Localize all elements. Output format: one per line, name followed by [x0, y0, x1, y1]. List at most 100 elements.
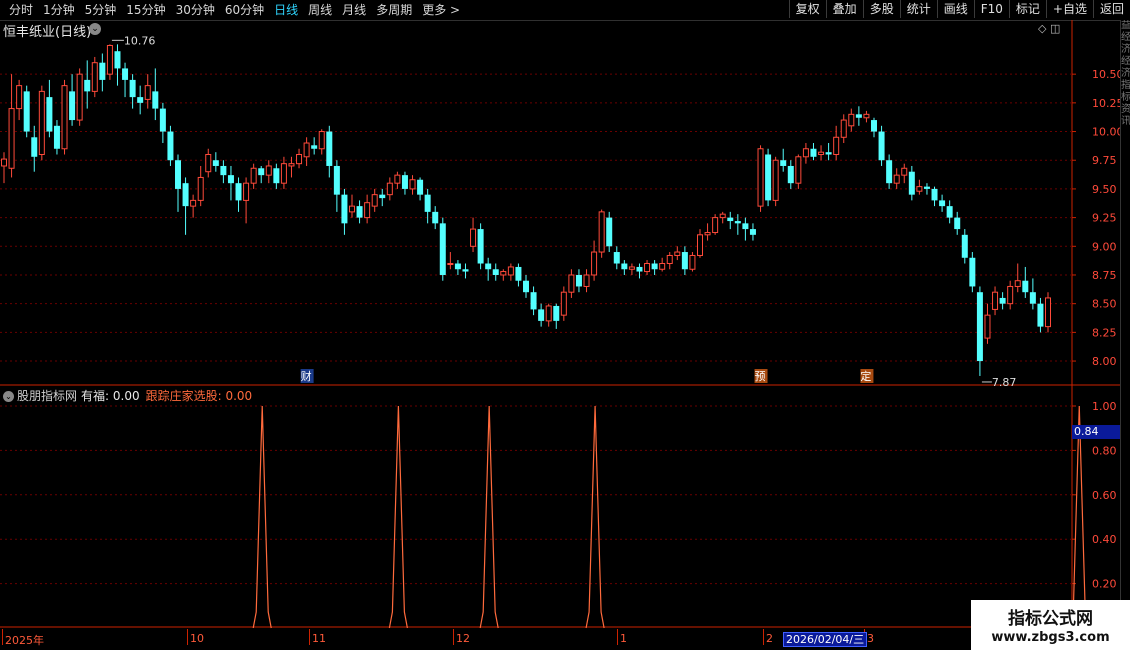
candle-body-up	[628, 266, 635, 270]
candle-body-up	[8, 108, 15, 169]
candle-body-down	[825, 152, 832, 155]
toolbar-button-5[interactable]: F10	[973, 0, 1009, 18]
period-tab-0[interactable]: 分时	[4, 2, 38, 18]
toolbar-button-8[interactable]: 返回	[1092, 0, 1130, 18]
indicator-menu-icon[interactable]: ⌄	[3, 391, 14, 402]
candle-body-down	[356, 206, 363, 218]
candle-body-down	[439, 223, 446, 275]
title-menu-icon[interactable]: ⌄	[89, 23, 101, 35]
candle-body-up	[447, 263, 454, 266]
period-tab-8[interactable]: 月线	[337, 2, 371, 18]
chart-options-icon[interactable]: ◇ ◫	[1038, 22, 1060, 35]
candle-body-down	[636, 266, 643, 272]
candle-body-down	[530, 292, 537, 310]
candle-body-down	[871, 120, 877, 132]
candle-body-down	[727, 217, 734, 222]
candle-body-up	[916, 186, 923, 192]
candle-body-up	[386, 182, 393, 196]
candle-body-down	[681, 252, 688, 270]
date-label-0: 2025年	[5, 634, 44, 647]
candle-body-up	[583, 274, 590, 287]
candle-body-down	[523, 280, 529, 293]
candle-body-up	[500, 271, 507, 276]
date-tick	[453, 629, 454, 645]
candle-body-down	[23, 91, 30, 132]
candle-body-down	[810, 148, 817, 157]
strip-text: 益经济经济指标资讯	[1121, 20, 1130, 127]
watermark: 指标公式网 www.zbgs3.com	[971, 600, 1130, 650]
period-tab-7[interactable]: 周线	[303, 2, 337, 18]
candle-body-down	[53, 125, 60, 149]
candle-body-down	[273, 168, 280, 184]
toolbar-button-6[interactable]: 标记	[1008, 0, 1046, 18]
candle-body-down	[417, 179, 424, 195]
candle-body-down	[749, 229, 756, 235]
candle-body-up	[349, 205, 355, 213]
period-tab-4[interactable]: 30分钟	[171, 2, 220, 18]
price-label: 8.75	[1092, 269, 1117, 282]
candle-body-down	[855, 114, 862, 118]
candle-body-down	[946, 206, 953, 218]
candle-body-up	[1045, 297, 1051, 328]
period-tab-5[interactable]: 60分钟	[220, 2, 269, 18]
toolbar-button-7[interactable]: +自选	[1045, 0, 1093, 18]
candle-body-down	[167, 131, 174, 161]
toolbar-button-3[interactable]: 统计	[899, 0, 937, 18]
period-tab-6[interactable]: 日线	[269, 2, 303, 18]
candle-body-up	[91, 62, 98, 92]
candle-body-down	[69, 91, 76, 121]
signal-spike-4	[1069, 405, 1089, 629]
candle-body-down	[432, 211, 439, 224]
kline-chart[interactable]: 10.50 10.25 10.00 9.75 9.50 9.25 9.00 8.75 8.50 8…	[0, 20, 1130, 650]
candle-body-down	[220, 165, 227, 176]
track-value: 跟踪庄家选股: 0.00	[145, 389, 253, 403]
toolbar-buttons: 复权 叠加 多股 统计 画线 F10 标记 +自选 返回	[788, 0, 1130, 20]
toolbar-button-1[interactable]: 叠加	[825, 0, 863, 18]
candle-body-up	[1, 158, 7, 167]
price-label: 8.25	[1092, 326, 1117, 339]
candle-body-up	[697, 234, 703, 256]
candle-body-down	[923, 186, 930, 189]
price-label: 10.25	[1092, 97, 1124, 110]
candle-body-up	[507, 266, 514, 276]
candle-body-up	[205, 153, 212, 173]
price-label: 8.50	[1092, 298, 1117, 311]
signal-spike-1	[388, 405, 408, 629]
period-tab-1[interactable]: 1分钟	[38, 2, 80, 18]
toolbar-button-2[interactable]: 多股	[862, 0, 900, 18]
signal-spike-3	[585, 405, 605, 629]
candle-body-up	[598, 211, 605, 253]
candle-body-down	[326, 131, 333, 166]
candle-body-down	[454, 263, 461, 270]
period-tab-10[interactable]: 更多 >	[417, 2, 465, 18]
candle-body-up	[802, 148, 809, 158]
candle-body-up	[848, 113, 855, 127]
signal-spike-0	[252, 405, 272, 629]
period-tabs: 分时 1分钟 5分钟 15分钟 30分钟 60分钟 日线 周线 月线 多周期 更多 >	[4, 2, 465, 18]
candle-body-down	[878, 131, 885, 161]
candle-body-up	[470, 228, 477, 247]
candle-body-up	[689, 254, 696, 270]
candle-body-down	[886, 160, 893, 184]
candle-body-up	[666, 254, 673, 265]
candle-body-down	[734, 221, 741, 224]
candle-body-down	[31, 137, 38, 157]
period-tab-9[interactable]: 多周期	[371, 2, 417, 18]
candle-body-up	[318, 131, 325, 150]
candle-body-up	[591, 251, 598, 276]
price-label: 9.00	[1092, 240, 1117, 253]
candle-body-down	[122, 68, 129, 80]
period-tab-2[interactable]: 5分钟	[80, 2, 122, 18]
period-tab-3[interactable]: 15分钟	[121, 2, 170, 18]
candle-body-up	[394, 174, 401, 184]
price-label: 9.25	[1092, 212, 1117, 225]
candle-body-down	[765, 154, 772, 201]
indicator-name[interactable]: 股朋指标网	[17, 389, 77, 403]
candle-body-down	[908, 171, 915, 195]
toolbar-button-0[interactable]: 复权	[788, 0, 826, 18]
candle-body-up	[757, 148, 764, 207]
date-label-4: 1	[620, 632, 627, 645]
event-marker-0: 财	[301, 369, 312, 383]
date-label-5: 2	[766, 632, 773, 645]
toolbar-button-4[interactable]: 画线	[936, 0, 974, 18]
